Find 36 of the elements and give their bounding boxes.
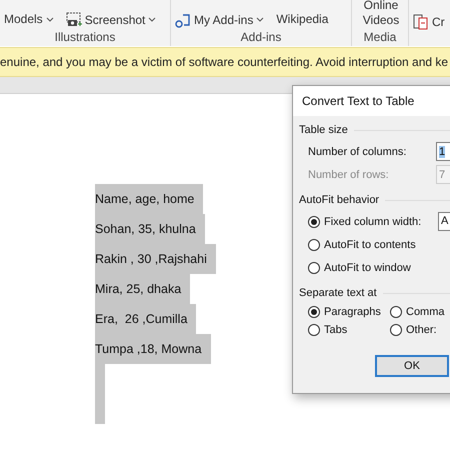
section-title: Table size: [299, 124, 348, 136]
camera-icon: [66, 12, 82, 28]
radio-button[interactable]: [308, 238, 320, 250]
ribbon-command[interactable]: Models: [2, 12, 56, 27]
radio-option[interactable]: Comma: [390, 306, 450, 318]
field-label: Number of columns:: [308, 146, 408, 158]
radio-option[interactable]: AutoFit to window: [308, 262, 436, 274]
radio-button[interactable]: [308, 262, 320, 274]
radio-option[interactable]: Paragraphs: [308, 306, 390, 318]
radio-button[interactable]: [390, 324, 402, 336]
section-title: AutoFit behavior: [299, 194, 380, 206]
ribbon-command[interactable]: Online Videos: [362, 0, 400, 28]
radio-button[interactable]: [308, 324, 320, 336]
radio-option[interactable]: AutoFit to contents: [308, 238, 436, 250]
radio-button[interactable]: [308, 216, 320, 228]
group-label: Media: [362, 30, 398, 46]
radio-option[interactable]: Other:: [390, 324, 450, 336]
field-label: Number of rows:: [308, 168, 390, 180]
radio-button[interactable]: [308, 306, 320, 318]
radio-option[interactable]: Fixed column width:: [308, 216, 436, 228]
add-ins-icon: [175, 12, 191, 28]
warning-bar: enuine, and you may be a victim of software counterfeiting. Avoid interruption and ke: [0, 47, 450, 77]
ok-button[interactable]: OK: [375, 355, 449, 377]
section-title: Separate text at: [299, 287, 377, 299]
radio-option[interactable]: Tabs: [308, 324, 390, 336]
ribbon-command[interactable]: Cr: [411, 14, 447, 30]
ribbon-command[interactable]: My Add-ins: [173, 12, 266, 28]
group-label: Illustrations: [54, 30, 116, 46]
number-field[interactable]: 1: [436, 142, 450, 161]
cross-reference-icon: [413, 14, 429, 30]
radio-button[interactable]: [390, 306, 402, 318]
dialog-title: Convert Text to Table: [293, 86, 450, 116]
ribbon-command[interactable]: Screenshot: [64, 12, 158, 28]
group-label: Add-ins: [240, 30, 282, 46]
width-field[interactable]: A: [438, 212, 450, 231]
ribbon-command[interactable]: Wikipedia: [274, 12, 330, 27]
